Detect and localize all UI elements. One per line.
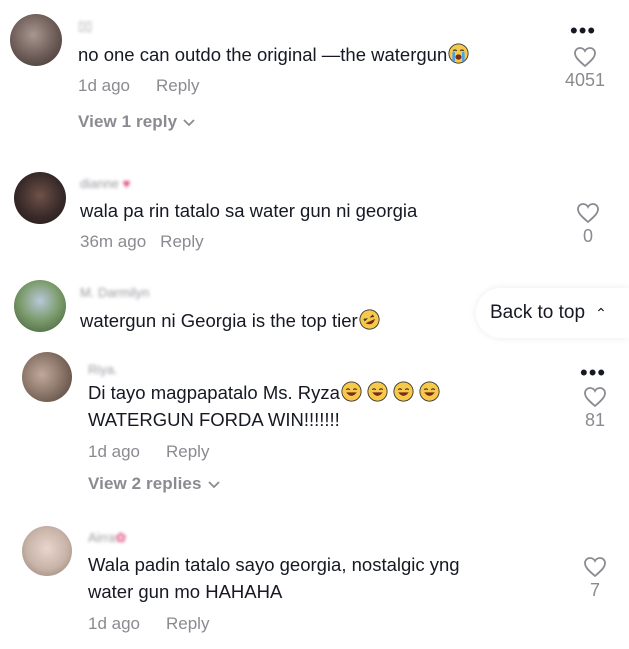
view-replies-button[interactable]: View 2 replies [88, 474, 220, 494]
comment-meta: 1d ago Reply [88, 614, 209, 634]
comment-username[interactable]: Riya. [88, 362, 118, 377]
comment-username[interactable]: dianne ♥ [80, 176, 130, 191]
comment-text-content: watergun ni Georgia is the top tier [80, 310, 358, 331]
view-replies-button[interactable]: View 1 reply [78, 112, 195, 132]
double-chevron-up-icon: ⌃ [595, 304, 607, 321]
heart-emoji-icon: ♥ [122, 176, 131, 191]
comment-meta: 1d ago Reply [88, 442, 209, 462]
comment-text: wala pa rin tatalo sa water gun ni georg… [80, 200, 418, 221]
like-count: 0 [582, 226, 593, 246]
comment-meta: 36m ago Reply [80, 232, 204, 252]
comment-time: 1d ago [78, 76, 130, 95]
grinning-sweat-emoji-icon [341, 381, 362, 402]
comment-username-text: Airra [88, 530, 116, 545]
comment-item: Riya. ••• Di tayo magpapatalo Ms. Ryza W… [0, 348, 629, 503]
comment-item: dianne ♥ wala pa rin tatalo sa water gun… [0, 160, 629, 270]
comment-text: watergun ni Georgia is the top tier [80, 307, 380, 334]
like-count: 81 [584, 410, 606, 430]
view-replies-label: View 1 reply [78, 112, 178, 131]
avatar[interactable] [22, 526, 72, 576]
grinning-sweat-emoji-icon [393, 381, 414, 402]
reply-button[interactable]: Reply [166, 442, 209, 461]
grinning-sweat-emoji-icon [419, 381, 440, 402]
more-options-icon[interactable]: ••• [570, 20, 596, 42]
comment-text-line1: Wala padin tatalo sayo georgia, nostalgi… [88, 554, 460, 575]
avatar[interactable] [10, 14, 62, 66]
comment-text-line1: Di tayo magpapatalo Ms. Ryza [88, 382, 340, 403]
like-button[interactable]: 0 [558, 202, 618, 247]
back-to-top-label: Back to top [490, 302, 586, 323]
comment-time: 36m ago [80, 232, 147, 251]
chevron-down-icon [183, 118, 195, 126]
rofl-emoji-icon [359, 309, 380, 330]
comment-item: Airra✿ Wala padin tatalo sayo georgia, n… [0, 518, 629, 649]
comment-meta: 1d ago Reply [78, 76, 199, 96]
loudly-crying-emoji-icon [448, 43, 469, 64]
comment-text-line2: WATERGUN FORDA WIN!!!!!!! [88, 409, 340, 430]
like-button[interactable]: 7 [565, 556, 625, 601]
avatar[interactable] [22, 352, 72, 402]
heart-icon [574, 47, 596, 68]
comment-time: 1d ago [88, 614, 140, 633]
comment-text-line2: water gun mo HAHAHA [88, 581, 283, 602]
comment-username-text: dianne [80, 176, 120, 191]
reply-button[interactable]: Reply [156, 76, 199, 95]
heart-icon [584, 557, 606, 578]
chevron-down-icon [207, 480, 220, 488]
comment-item: ▯▯ ••• no one can outdo the original —th… [0, 0, 629, 150]
like-button[interactable]: 4051 [555, 46, 615, 91]
comment-text-content: no one can outdo the original —the water… [78, 44, 448, 65]
comment-username[interactable]: ▯▯ [78, 18, 92, 34]
like-button[interactable]: 81 [565, 386, 625, 431]
comment-text: Wala padin tatalo sayo georgia, nostalgi… [88, 551, 460, 605]
grinning-sweat-emoji-icon [367, 381, 388, 402]
comment-text: Di tayo magpapatalo Ms. Ryza WATERGUN FO… [88, 379, 440, 433]
more-options-icon[interactable]: ••• [580, 362, 606, 384]
comment-text: no one can outdo the original —the water… [78, 41, 469, 68]
comment-username[interactable]: M. Darmilyn [80, 285, 149, 300]
like-count: 7 [589, 580, 600, 600]
comment-username[interactable]: Airra✿ [88, 530, 126, 546]
heart-icon [584, 387, 606, 408]
avatar[interactable] [14, 280, 66, 332]
view-replies-label: View 2 replies [88, 474, 202, 493]
heart-icon [577, 203, 599, 224]
flower-emoji-icon: ✿ [115, 530, 127, 545]
avatar[interactable] [14, 172, 66, 224]
back-to-top-button[interactable]: Back to top ⌃ [476, 288, 629, 338]
comment-time: 1d ago [88, 442, 140, 461]
reply-button[interactable]: Reply [166, 614, 209, 633]
like-count: 4051 [564, 70, 606, 90]
reply-button[interactable]: Reply [160, 232, 203, 251]
